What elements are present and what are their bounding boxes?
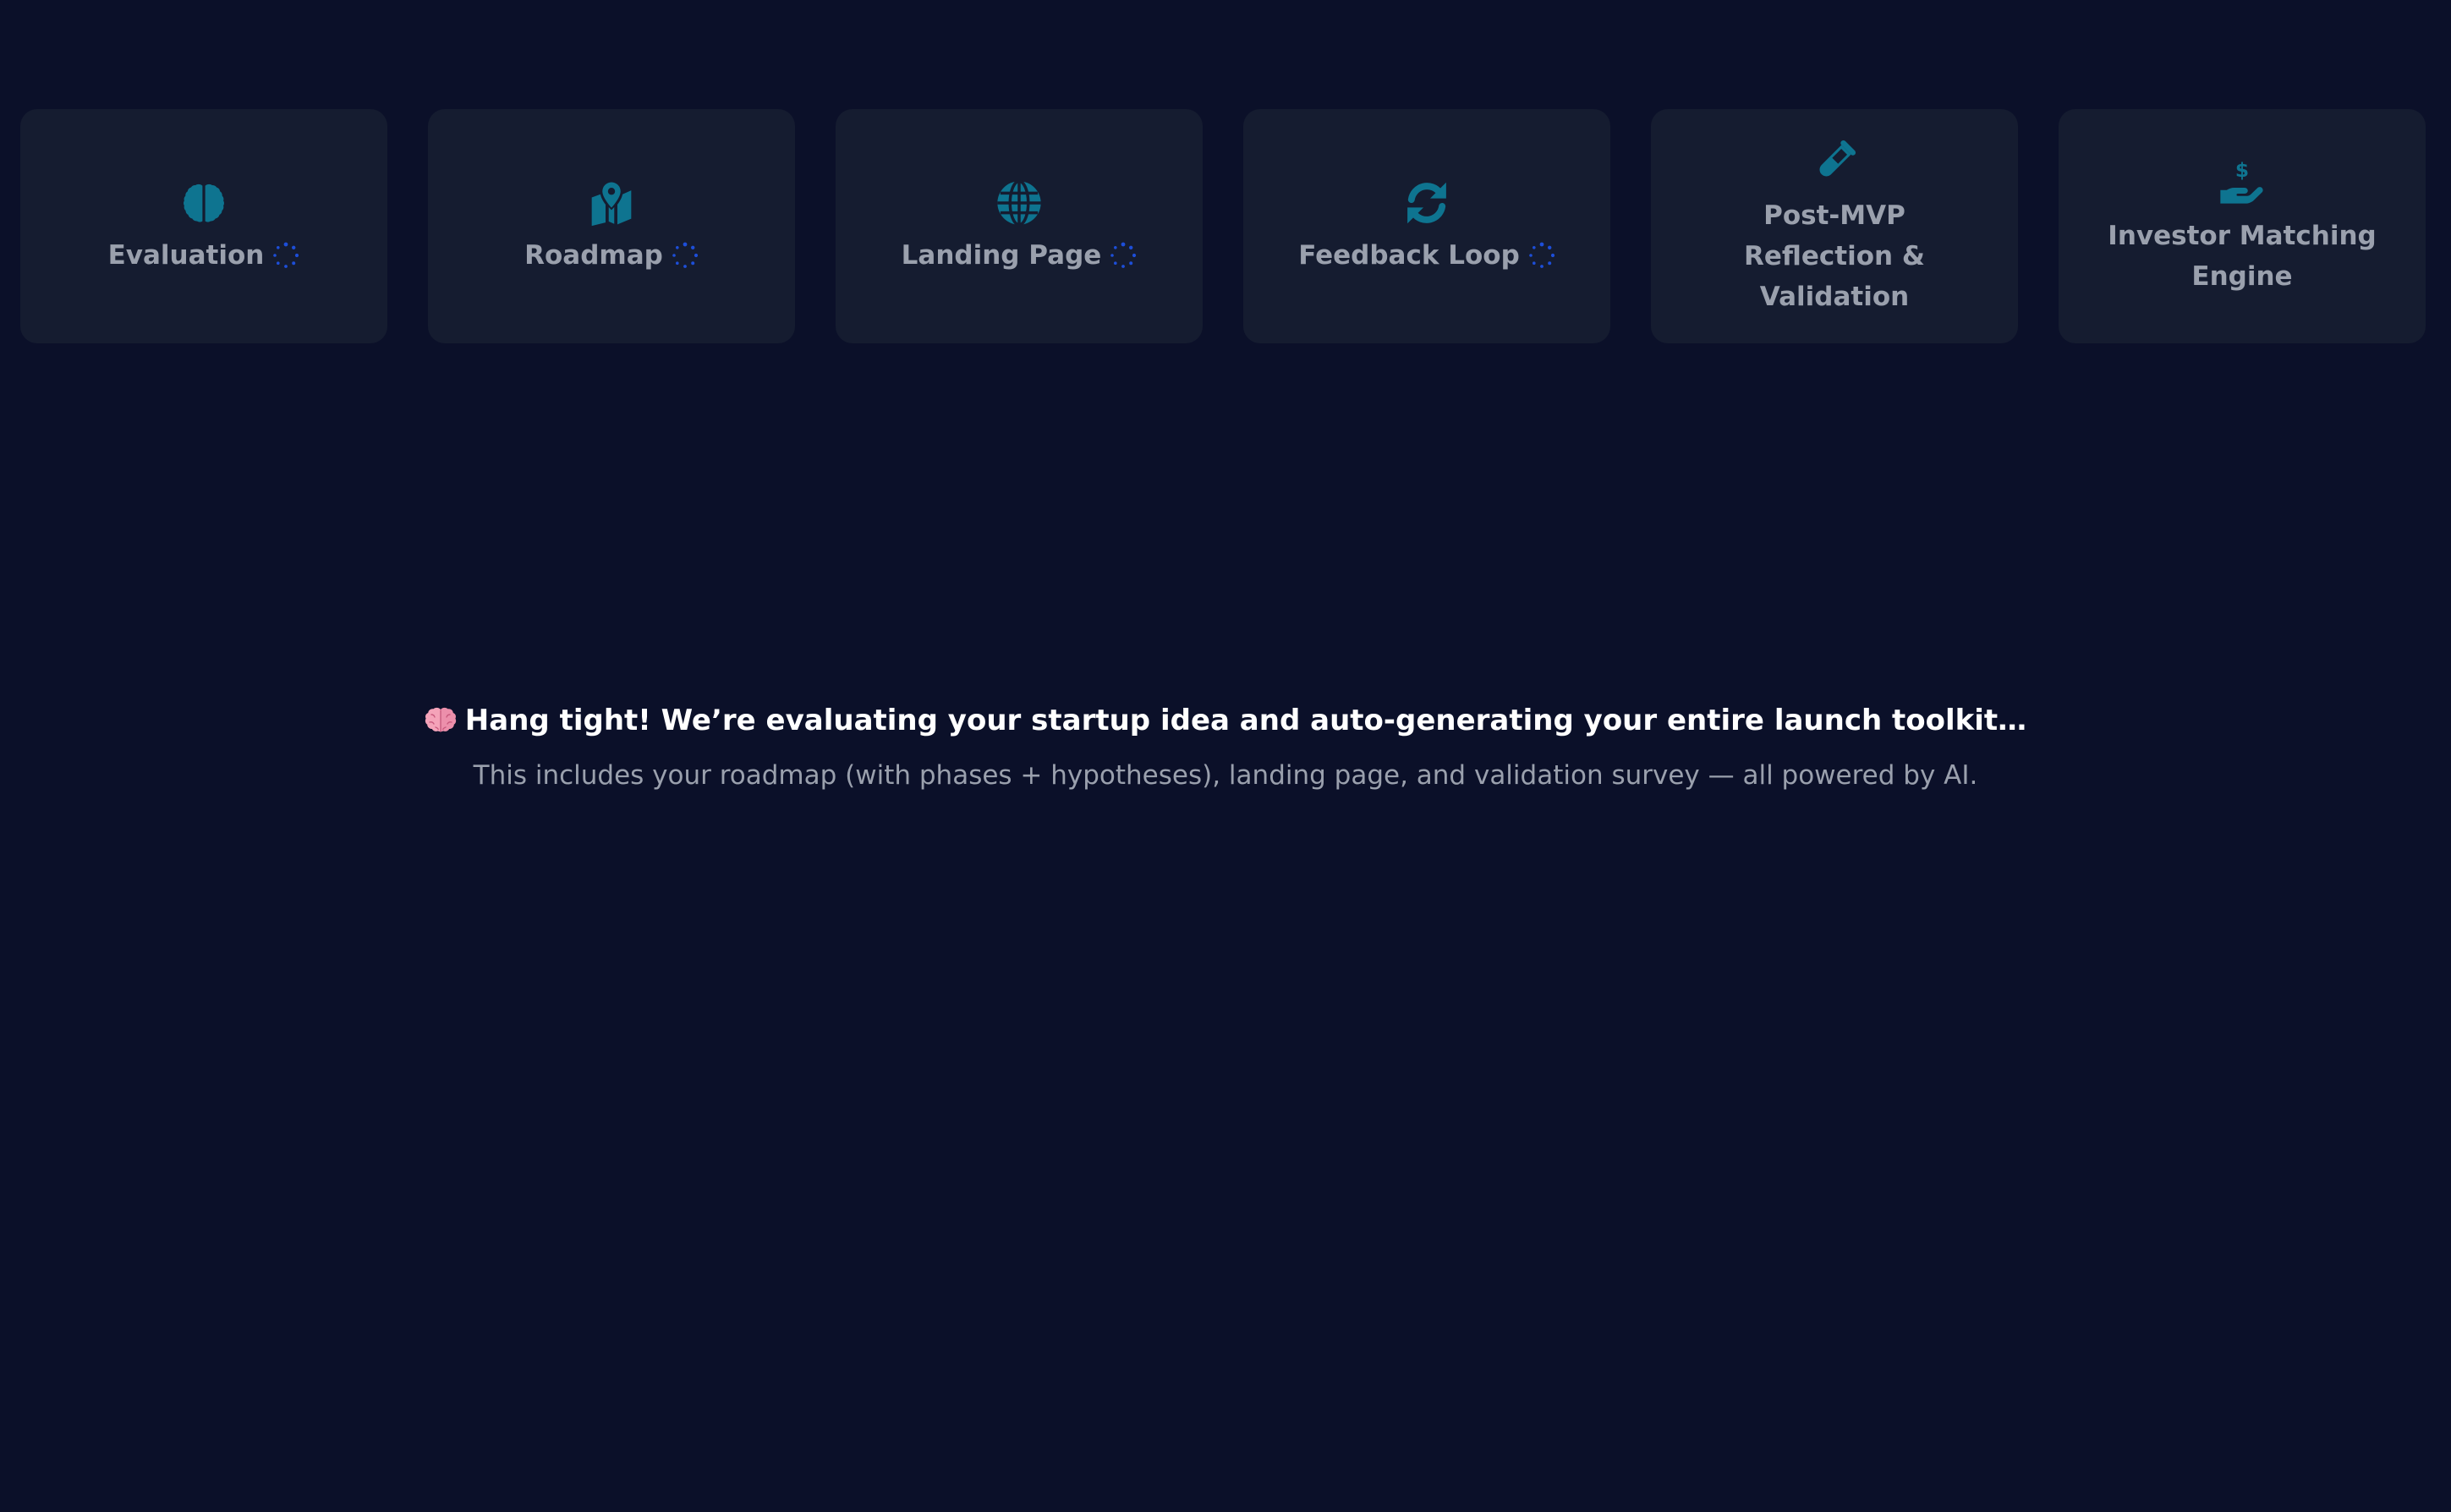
step-label: Landing Page [901,239,1102,271]
loading-headline-text: Hang tight! We’re evaluating your startu… [464,704,2027,737]
step-card-evaluation[interactable]: Evaluation [20,109,387,343]
test-tube-icon [1809,136,1860,187]
step-card-investor-matching[interactable]: $ Investor Matching Engine [2059,109,2426,343]
step-label: Post-MVP Reflection & Validation [1744,200,1925,312]
hand-dollar-icon: $ [2217,156,2267,207]
loading-spinner-icon [1528,242,1555,269]
loading-headline: Hang tight! We’re evaluating your startu… [0,695,2451,746]
step-label: Investor Matching Engine [2108,220,2377,292]
svg-text:$: $ [2235,158,2249,182]
step-label: Feedback Loop [1298,239,1520,271]
brain-emoji-icon [425,706,457,735]
loading-message: Hang tight! We’re evaluating your startu… [0,695,2451,797]
step-card-landing-page[interactable]: Landing Page [836,109,1203,343]
loading-subline: This includes your roadmap (with phases … [473,760,1978,791]
step-label: Roadmap [524,239,663,271]
step-card-feedback-loop[interactable]: Feedback Loop [1243,109,1610,343]
globe-icon [994,178,1045,228]
refresh-icon [1401,178,1452,228]
map-location-icon [586,178,637,228]
brain-icon [178,178,229,228]
loading-spinner-icon [272,242,299,269]
step-label: Evaluation [107,239,265,271]
step-cards: Evaluation Roadmap Landing Page Feedback… [20,109,2426,343]
step-card-post-mvp-reflection[interactable]: Post-MVP Reflection & Validation [1651,109,2018,343]
step-card-roadmap[interactable]: Roadmap [428,109,795,343]
loading-spinner-icon [1110,242,1137,269]
loading-spinner-icon [672,242,699,269]
